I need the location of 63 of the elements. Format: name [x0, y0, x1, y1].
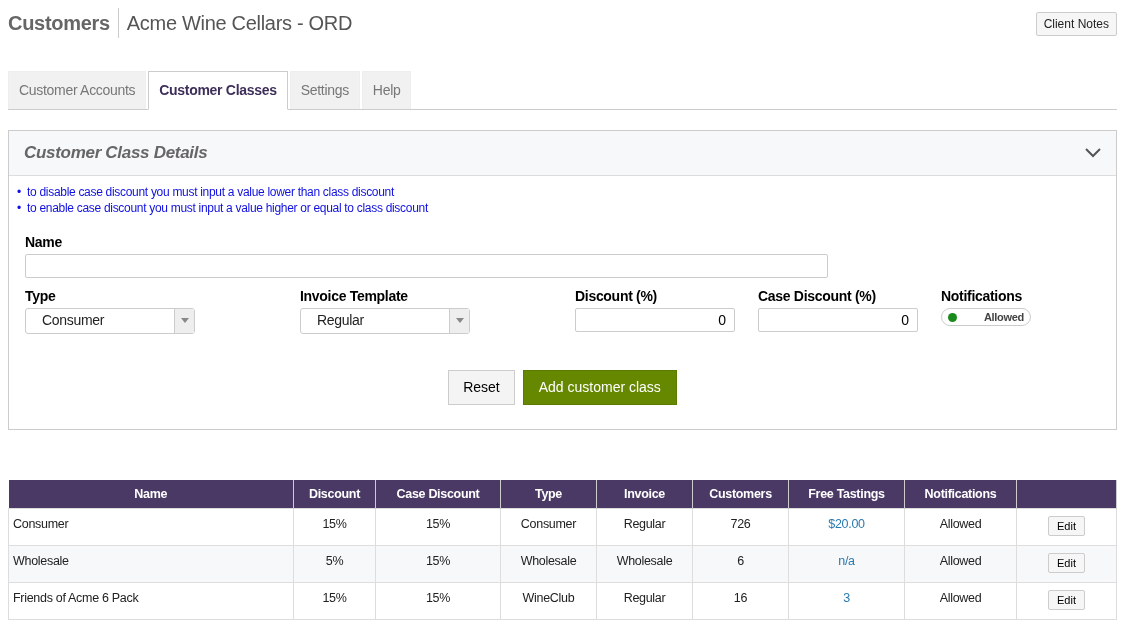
caret-icon [455, 318, 464, 323]
edit-button[interactable]: Edit [1048, 590, 1085, 611]
tastings-link[interactable]: 3 [843, 591, 850, 606]
column-header: Name [8, 479, 294, 509]
edit-button[interactable]: Edit [1048, 516, 1085, 537]
table-cell: WineClub [500, 582, 597, 620]
field-label: Invoice Template [300, 286, 409, 306]
bullet: • [17, 183, 22, 200]
table-cell: 5% [293, 545, 376, 583]
tab[interactable]: Help [361, 71, 412, 109]
column-header: Customers [692, 479, 789, 509]
edit-button[interactable]: Edit [1048, 553, 1085, 574]
table-cell: Allowed [904, 582, 1017, 620]
tab[interactable]: Customer Accounts [8, 71, 147, 109]
table-cell: Regular [596, 508, 693, 546]
table-cell: Wholesale [500, 545, 597, 583]
table-cell: Regular [596, 582, 693, 620]
table-cell: Wholesale [8, 545, 294, 583]
table-cell: Wholesale [596, 545, 693, 583]
tastings-link[interactable]: n/a [838, 554, 855, 569]
table-cell: 15% [293, 582, 376, 620]
tab[interactable]: Settings [289, 71, 360, 109]
field-label: Discount (%) [575, 286, 658, 306]
field-label: Notifications [941, 286, 1023, 306]
bullet: • [17, 199, 22, 216]
table-cell: Allowed [904, 508, 1017, 546]
add-button[interactable]: Add customer class [522, 369, 677, 405]
column-header: Type [500, 479, 597, 509]
column-header: Discount [293, 479, 376, 509]
table-cell: 15% [375, 508, 501, 546]
table-cell: Consumer [8, 508, 294, 546]
dropdown[interactable]: Regular [300, 307, 470, 334]
table-cell: 16 [692, 582, 789, 620]
table-cell: Consumer [500, 508, 597, 546]
caret-icon [180, 318, 189, 323]
column-header: Case Discount [375, 479, 501, 509]
page-title: Customers [8, 11, 110, 36]
field-label: Case Discount (%) [758, 286, 877, 306]
table-cell: 6 [692, 545, 789, 583]
panel-title: Customer Class Details [24, 142, 208, 164]
note-item: to disable case discount you must input a value lower than class discount [27, 183, 394, 200]
field-label: Type [25, 286, 57, 306]
client-notes-button[interactable]: Client Notes [1035, 12, 1117, 36]
number-field[interactable]: 0 [758, 307, 918, 332]
chevron-down-icon[interactable] [1085, 147, 1101, 158]
dropdown[interactable]: Consumer [25, 307, 195, 334]
page-subtitle: Acme Wine Cellars - ORD [117, 8, 353, 38]
tab[interactable]: Customer Classes [148, 71, 288, 110]
tastings-link[interactable]: $20.00 [828, 517, 865, 532]
number-field[interactable]: 0 [575, 307, 735, 332]
note-item: to enable case discount you must input a value higher or equal to class discount [27, 199, 428, 216]
field-label: Name [25, 232, 63, 252]
table-cell: Friends of Acme 6 Pack [8, 582, 294, 620]
column-header: Free Tastings [788, 479, 905, 509]
table-cell: 15% [375, 582, 501, 620]
table-cell: 15% [293, 508, 376, 546]
column-header: Notifications [904, 479, 1017, 509]
table-cell: Allowed [904, 545, 1017, 583]
column-header: Invoice [596, 479, 693, 509]
table-cell: 726 [692, 508, 789, 546]
name-field[interactable] [25, 253, 828, 278]
reset-button[interactable]: Reset [448, 369, 515, 405]
table-cell: 15% [375, 545, 501, 583]
